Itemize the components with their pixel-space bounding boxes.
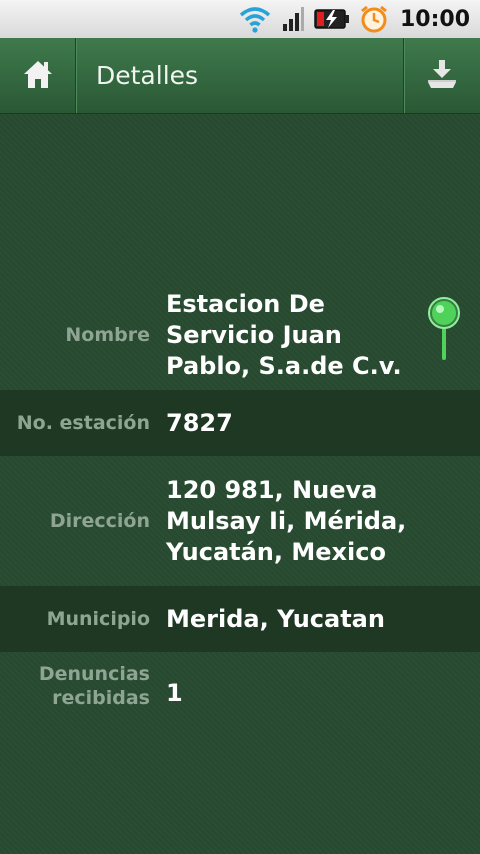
- detail-label: Municipio: [46, 608, 150, 630]
- page-title: Detalles: [96, 61, 199, 90]
- detail-label: Nombre: [65, 324, 150, 346]
- signal-icon: [282, 7, 304, 31]
- detail-row-denuncias: Denuncias recibidas 1: [0, 662, 480, 728]
- detail-value: 1: [166, 679, 183, 707]
- detail-row-estacion: No. estación 7827: [0, 390, 480, 456]
- detail-label: Denuncias recibidas: [38, 663, 150, 709]
- detail-row-municipio: Municipio Merida, Yucatan: [0, 586, 480, 652]
- detail-label: Dirección: [49, 510, 150, 532]
- map-pin-icon[interactable]: [427, 296, 461, 366]
- battery-charging-icon: [314, 8, 350, 30]
- status-bar: 10:00: [0, 0, 480, 38]
- download-button[interactable]: [403, 38, 480, 113]
- detail-value: Estacion De Servicio Juan Pablo, S.a.de …: [166, 289, 402, 380]
- detail-value: Merida, Yucatan: [166, 604, 385, 633]
- home-icon: [22, 59, 54, 93]
- detail-row-nombre: Nombre Estacion De Servicio Juan Pablo, …: [0, 280, 480, 390]
- detail-row-direccion: Dirección 120 981, Nueva Mulsay Ii, Méri…: [0, 456, 480, 586]
- details-panel: Nombre Estacion De Servicio Juan Pablo, …: [0, 114, 480, 854]
- detail-value: 7827: [166, 408, 233, 437]
- home-button[interactable]: [0, 38, 76, 113]
- download-icon: [425, 58, 459, 94]
- detail-label: No. estación: [16, 412, 150, 434]
- alarm-icon: [360, 5, 388, 33]
- detail-value: 120 981, Nueva Mulsay Ii, Mérida, Yucatá…: [166, 475, 407, 566]
- clock: 10:00: [399, 6, 470, 32]
- action-bar: Detalles: [0, 38, 480, 114]
- wifi-icon: [238, 5, 272, 33]
